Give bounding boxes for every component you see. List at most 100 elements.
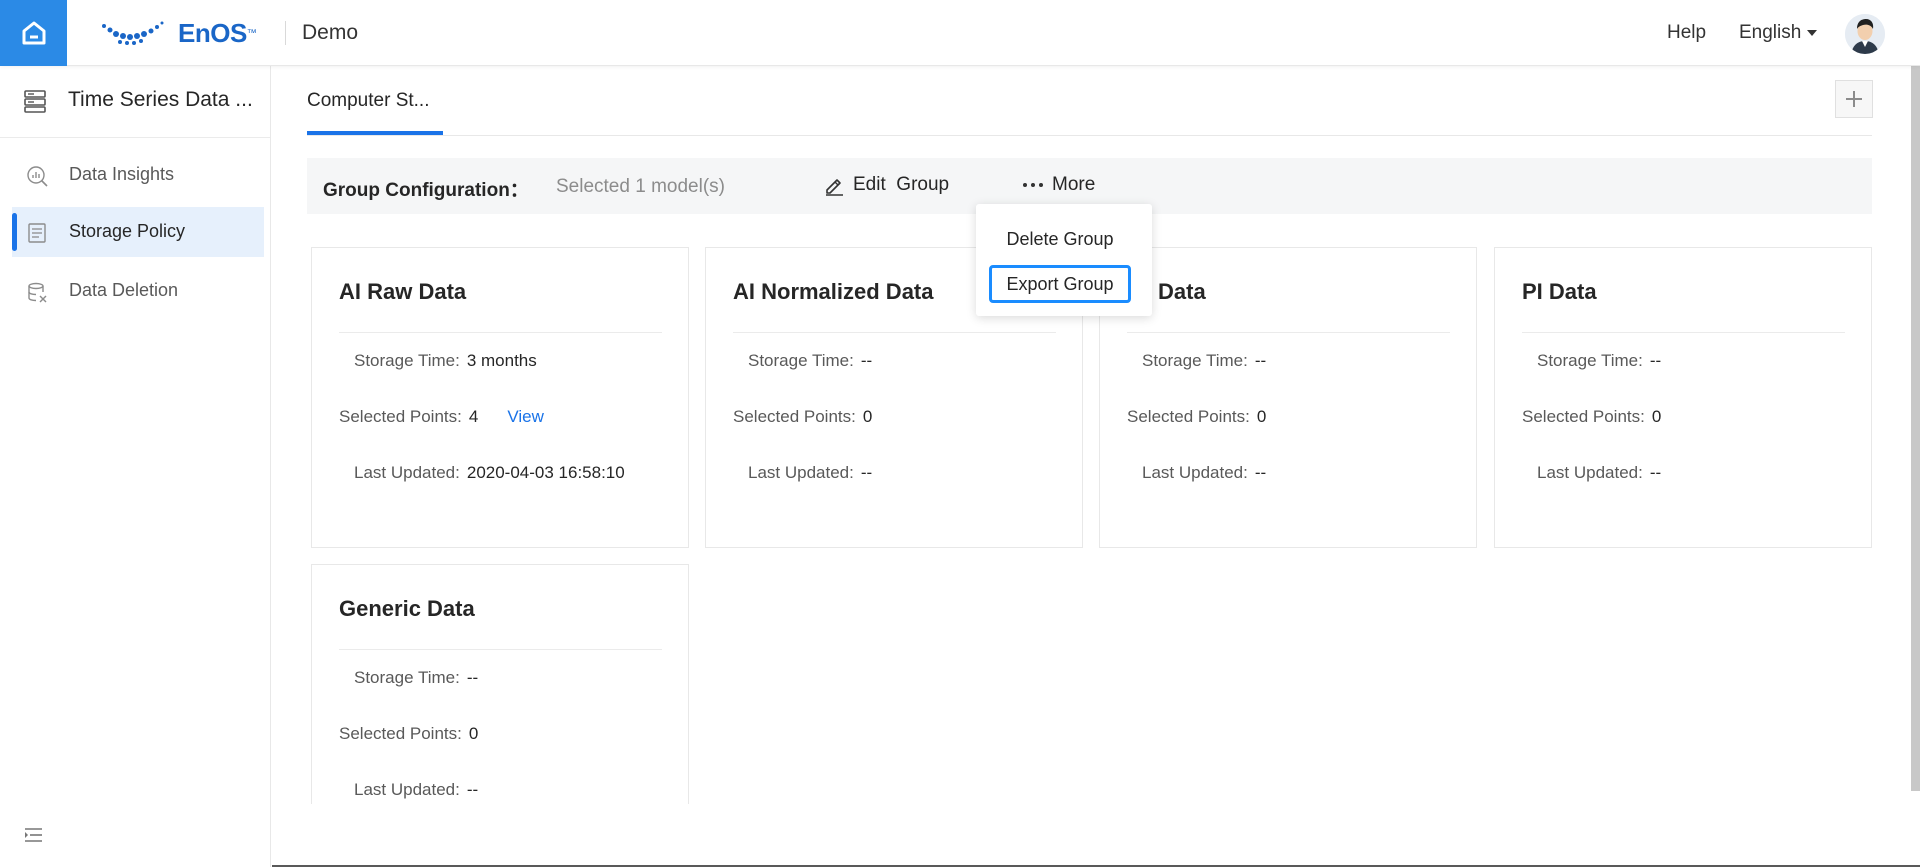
edit-group-button[interactable]: Edit Group (823, 174, 949, 196)
tab-computer-st[interactable]: Computer St... (307, 90, 430, 112)
user-avatar-icon (1845, 14, 1885, 54)
selected-models-text: Selected 1 model(s) (556, 176, 725, 197)
tab-strip: Computer St... (307, 66, 1872, 136)
storage-time-value: 3 months (466, 351, 537, 370)
storage-time-label: Storage Time: (748, 351, 854, 370)
card-divider (1127, 332, 1450, 333)
selected-points-label: Selected Points: (1127, 407, 1250, 426)
card-ai-raw-data: AI Raw Data Storage Time: 3 months Selec… (311, 247, 689, 548)
selected-points-label: Selected Points: (733, 407, 856, 426)
language-select[interactable]: English (1739, 22, 1818, 44)
logo-dots-icon (102, 21, 164, 45)
database-delete-icon (28, 282, 47, 303)
card-divider (733, 332, 1056, 333)
storage-time-value: -- (1254, 351, 1267, 370)
sidebar: Time Series Data ... Data Insights Stora… (0, 66, 271, 867)
card-generic-data: Generic Data Storage Time: -- Selected P… (311, 564, 689, 804)
avatar[interactable] (1845, 14, 1885, 54)
card-title: AI Raw Data (339, 279, 467, 304)
main-content: Computer St... Group Configuration： Sele… (272, 66, 1920, 867)
sidebar-item-label: Storage Policy (69, 221, 186, 241)
sidebar-item-label: Data Insights (69, 164, 175, 184)
storage-time-row: Storage Time: -- (354, 668, 478, 688)
last-updated-row: Last Updated: -- (1142, 463, 1266, 483)
card-divider (339, 332, 662, 333)
selected-points-row: Selected Points: 0 (733, 407, 872, 427)
storage-time-value: -- (860, 351, 873, 370)
selected-points-value: 0 (1651, 407, 1662, 426)
selected-points-row: Selected Points: 0 (339, 724, 478, 744)
collapse-sidebar-button[interactable] (24, 826, 44, 849)
card-divider (1522, 332, 1845, 333)
selected-points-row: Selected Points: 0 (1522, 407, 1661, 427)
last-updated-row: Last Updated: -- (748, 463, 872, 483)
last-updated-value: -- (1254, 463, 1267, 482)
enos-logo: EnOS ™ (100, 14, 257, 52)
view-points-link[interactable]: View (507, 407, 544, 427)
edit-group-label: Edit Group (853, 174, 950, 195)
last-updated-label: Last Updated: (354, 780, 460, 799)
delete-group-menu-item[interactable]: Delete Group (989, 220, 1131, 258)
storage-time-label: Storage Time: (354, 668, 460, 687)
last-updated-label: Last Updated: (1142, 463, 1248, 482)
sidebar-item-data-deletion[interactable]: Data Deletion (12, 266, 264, 316)
last-updated-row: Last Updated: -- (1537, 463, 1661, 483)
sidebar-header: Time Series Data ... (0, 66, 270, 138)
collapse-menu-icon (25, 828, 42, 842)
storage-time-value: -- (1649, 351, 1662, 370)
selected-points-value: 0 (862, 407, 873, 426)
last-updated-value: 2020-04-03 16:58:10 (466, 463, 625, 482)
selected-points-row: Selected Points: 0 (1127, 407, 1266, 427)
sidebar-item-storage-policy[interactable]: Storage Policy (12, 207, 264, 257)
storage-time-value: -- (466, 668, 479, 687)
last-updated-label: Last Updated: (1537, 463, 1643, 482)
last-updated-value: -- (860, 463, 873, 482)
plus-icon (1846, 91, 1862, 107)
edit-pencil-icon (826, 179, 843, 196)
add-tab-button[interactable] (1835, 80, 1873, 118)
vertical-scrollbar[interactable] (1911, 66, 1920, 791)
selected-points-label: Selected Points: (339, 407, 462, 426)
card-title: Generic Data (339, 596, 475, 621)
last-updated-row: Last Updated: -- (354, 780, 478, 800)
card-divider (339, 649, 662, 650)
storage-time-label: Storage Time: (1537, 351, 1643, 370)
selected-points-label: Selected Points: (1522, 407, 1645, 426)
storage-time-label: Storage Time: (354, 351, 460, 370)
storage-time-row: Storage Time: -- (748, 351, 872, 371)
card-title: PI Data (1522, 279, 1597, 304)
chart-magnifier-icon (27, 166, 48, 187)
active-tab-indicator (307, 131, 443, 135)
ellipsis-icon (1023, 183, 1043, 187)
more-label: More (1052, 174, 1096, 195)
language-label: English (1739, 22, 1802, 43)
storage-time-row: Storage Time: -- (1537, 351, 1661, 371)
sidebar-item-label: Data Deletion (69, 280, 179, 300)
selected-points-value: 0 (468, 724, 479, 743)
last-updated-label: Last Updated: (748, 463, 854, 482)
logo-text: EnOS (178, 17, 247, 48)
header-divider (285, 21, 286, 45)
card-pi-data: PI Data Storage Time: -- Selected Points… (1494, 247, 1872, 548)
storage-time-row: Storage Time: 3 months (354, 351, 537, 371)
org-name: Demo (302, 21, 359, 44)
last-updated-value: -- (466, 780, 479, 799)
card-title: AI Normalized Data (733, 279, 934, 304)
caret-down-icon (1807, 30, 1818, 36)
more-dropdown-menu: Delete Group Export Group (976, 204, 1152, 316)
last-updated-row: Last Updated: 2020-04-03 16:58:10 (354, 463, 625, 483)
logo-trademark: ™ (246, 27, 257, 39)
selected-points-value: 4 (468, 407, 479, 426)
sidebar-item-data-insights[interactable]: Data Insights (12, 150, 264, 200)
help-link[interactable]: Help (1667, 22, 1706, 44)
home-button[interactable] (0, 0, 67, 66)
top-bar: EnOS ™ Demo Help English (0, 0, 1920, 66)
export-group-menu-item[interactable]: Export Group (989, 265, 1131, 303)
list-doc-icon (28, 223, 46, 243)
more-button[interactable]: More (1022, 174, 1095, 196)
home-icon (22, 21, 45, 45)
selected-points-row: Selected Points: 4 View (339, 407, 544, 427)
group-configuration-label: Group Configuration： (323, 180, 529, 201)
selected-points-label: Selected Points: (339, 724, 462, 743)
card-title: Data (1158, 279, 1206, 304)
